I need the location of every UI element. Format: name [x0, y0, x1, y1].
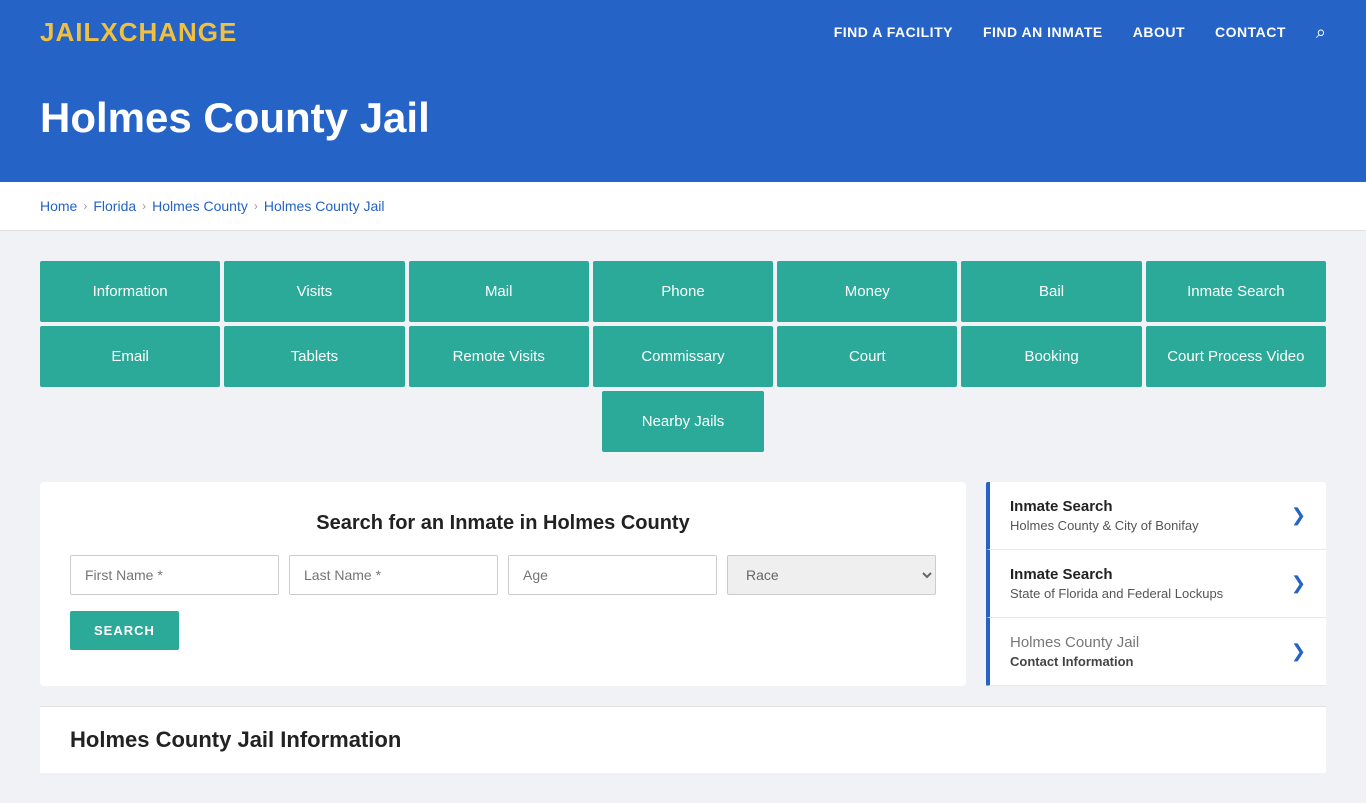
main-nav: FIND A FACILITY FIND AN INMATE ABOUT CON…	[834, 22, 1326, 43]
btn-information[interactable]: Information	[40, 261, 220, 322]
breadcrumb-current: Holmes County Jail	[264, 198, 385, 214]
chevron-icon-1: ❯	[1291, 573, 1306, 594]
breadcrumb-florida[interactable]: Florida	[93, 198, 136, 214]
sidebar-item-title-1: Inmate Search	[1010, 566, 1223, 583]
breadcrumb-holmes-county[interactable]: Holmes County	[152, 198, 248, 214]
sep3: ›	[254, 199, 258, 213]
btn-money[interactable]: Money	[777, 261, 957, 322]
btn-bail[interactable]: Bail	[961, 261, 1141, 322]
search-button[interactable]: SEARCH	[70, 611, 179, 650]
btn-inmate-search[interactable]: Inmate Search	[1146, 261, 1326, 322]
sidebar: Inmate Search Holmes County & City of Bo…	[986, 482, 1326, 686]
first-name-input[interactable]	[70, 555, 279, 595]
hero-banner: Holmes County Jail	[0, 64, 1366, 182]
age-input[interactable]	[508, 555, 717, 595]
race-select[interactable]: Race White Black Hispanic Asian Other	[727, 555, 936, 595]
sidebar-item-0[interactable]: Inmate Search Holmes County & City of Bo…	[986, 482, 1326, 550]
breadcrumb: Home › Florida › Holmes County › Holmes …	[40, 198, 1326, 214]
sidebar-item-title-2: Holmes County Jail	[1010, 634, 1139, 651]
btn-tablets[interactable]: Tablets	[224, 326, 404, 387]
button-grid-row2: Email Tablets Remote Visits Commissary C…	[40, 326, 1326, 387]
breadcrumb-bar: Home › Florida › Holmes County › Holmes …	[0, 182, 1366, 231]
logo-x: X	[100, 17, 118, 47]
sidebar-item-subtitle-1: State of Florida and Federal Lockups	[1010, 586, 1223, 601]
bottom-title-section: Holmes County Jail Information	[40, 706, 1326, 773]
btn-phone[interactable]: Phone	[593, 261, 773, 322]
btn-remote-visits[interactable]: Remote Visits	[409, 326, 589, 387]
sidebar-item-text-1: Inmate Search State of Florida and Feder…	[1010, 566, 1223, 601]
main-content: Information Visits Mail Phone Money Bail…	[0, 231, 1366, 803]
last-name-input[interactable]	[289, 555, 498, 595]
btn-mail[interactable]: Mail	[409, 261, 589, 322]
btn-court[interactable]: Court	[777, 326, 957, 387]
page-title: Holmes County Jail	[40, 94, 1326, 142]
btn-email[interactable]: Email	[40, 326, 220, 387]
header: JAILXCHANGE FIND A FACILITY FIND AN INMA…	[0, 0, 1366, 64]
logo[interactable]: JAILXCHANGE	[40, 17, 237, 48]
btn-court-process-video[interactable]: Court Process Video	[1146, 326, 1326, 387]
sidebar-item-text-0: Inmate Search Holmes County & City of Bo…	[1010, 498, 1199, 533]
button-grid-row1: Information Visits Mail Phone Money Bail…	[40, 261, 1326, 322]
btn-booking[interactable]: Booking	[961, 326, 1141, 387]
search-icon[interactable]: ⌕	[1316, 22, 1326, 43]
sidebar-item-title-0: Inmate Search	[1010, 498, 1199, 515]
search-form-card: Search for an Inmate in Holmes County Ra…	[40, 482, 966, 686]
nav-contact[interactable]: CONTACT	[1215, 24, 1286, 40]
breadcrumb-home[interactable]: Home	[40, 198, 77, 214]
sidebar-item-text-2: Holmes County Jail Contact Information	[1010, 634, 1139, 669]
sidebar-item-2[interactable]: Holmes County Jail Contact Information ❯	[986, 618, 1326, 686]
button-grid-row3: Nearby Jails	[40, 391, 1326, 452]
sidebar-item-subtitle-2: Contact Information	[1010, 654, 1139, 669]
sidebar-item-1[interactable]: Inmate Search State of Florida and Feder…	[986, 550, 1326, 618]
btn-visits[interactable]: Visits	[224, 261, 404, 322]
nav-find-inmate[interactable]: FIND AN INMATE	[983, 24, 1103, 40]
sep1: ›	[83, 199, 87, 213]
sidebar-item-subtitle-0: Holmes County & City of Bonifay	[1010, 518, 1199, 533]
lower-section: Search for an Inmate in Holmes County Ra…	[40, 482, 1326, 686]
nav-find-facility[interactable]: FIND A FACILITY	[834, 24, 953, 40]
btn-commissary[interactable]: Commissary	[593, 326, 773, 387]
logo-exchange: CHANGE	[119, 17, 238, 47]
sep2: ›	[142, 199, 146, 213]
chevron-icon-2: ❯	[1291, 641, 1306, 662]
search-inputs: Race White Black Hispanic Asian Other	[70, 555, 936, 595]
search-form-title: Search for an Inmate in Holmes County	[70, 512, 936, 535]
btn-nearby-jails[interactable]: Nearby Jails	[602, 391, 765, 452]
chevron-icon-0: ❯	[1291, 505, 1306, 526]
nav-about[interactable]: ABOUT	[1133, 24, 1185, 40]
bottom-title: Holmes County Jail Information	[70, 727, 1296, 753]
logo-jail: JAIL	[40, 17, 100, 47]
